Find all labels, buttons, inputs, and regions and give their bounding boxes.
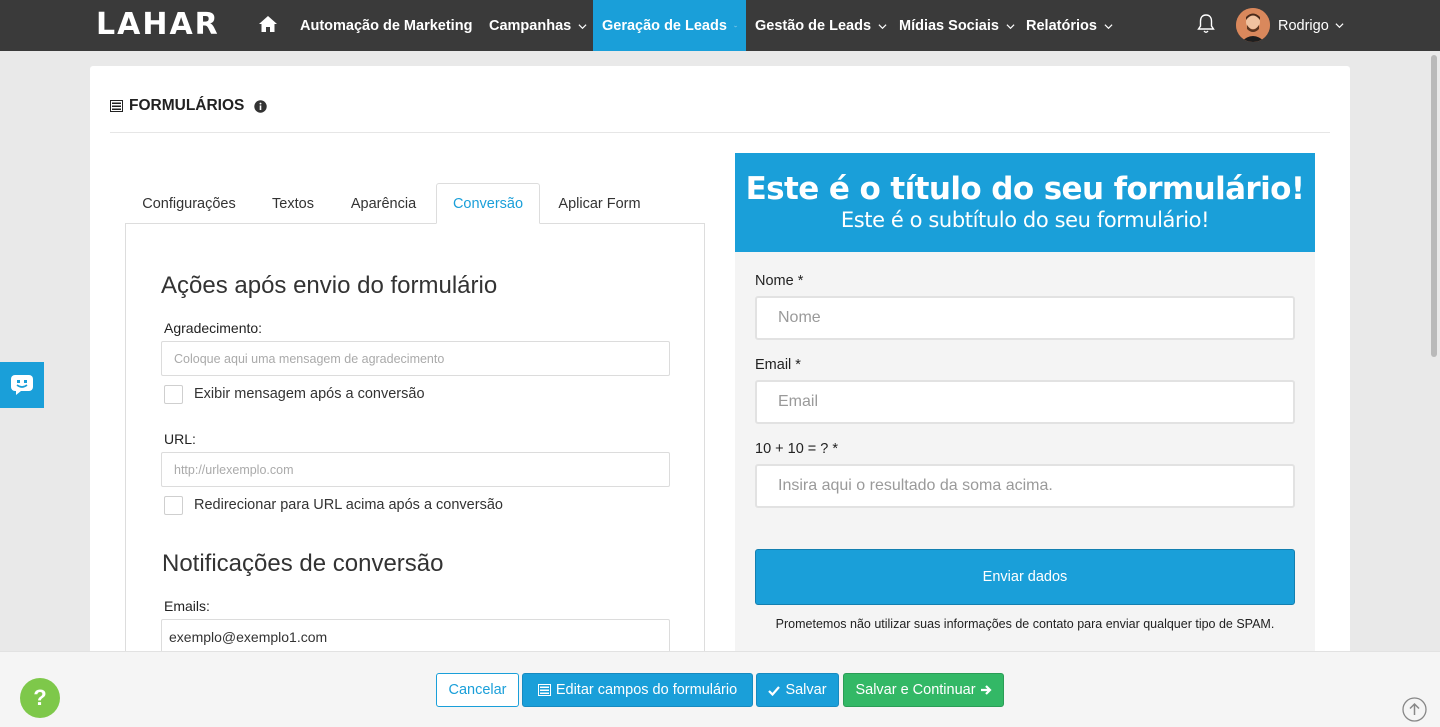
save-button-label: Salvar: [785, 682, 827, 698]
preview-submit-button[interactable]: Enviar dados: [755, 549, 1295, 605]
emails-input[interactable]: [161, 619, 670, 654]
tab-configuracoes[interactable]: Configurações: [125, 183, 253, 224]
help-widget-label: ?: [33, 685, 47, 710]
preview-name-label: Nome *: [755, 273, 804, 289]
action-bar: Cancelar Editar campos do formulário Sal…: [0, 651, 1440, 727]
info-icon[interactable]: [254, 99, 268, 113]
list-icon: [110, 100, 123, 112]
preview-captcha-input[interactable]: [755, 464, 1295, 508]
lahar-logo[interactable]: LAHAR: [96, 7, 220, 42]
user-name[interactable]: Rodrigo: [1278, 0, 1329, 51]
avatar[interactable]: [1236, 8, 1270, 42]
thanks-label: Agradecimento:: [164, 320, 263, 336]
actions-section-title: Ações após envio do formulário: [161, 272, 498, 299]
save-button[interactable]: Salvar: [756, 673, 839, 707]
nav-item-label: Mídias Sociais: [899, 17, 999, 34]
chevron-down-icon: [734, 25, 737, 27]
form-preview: Este é o título do seu formulário! Este …: [735, 153, 1315, 666]
tab-textos[interactable]: Textos: [259, 183, 327, 224]
chat-widget-button[interactable]: [0, 362, 44, 408]
nav-item-label: Relatórios: [1026, 17, 1097, 34]
edit-fields-button-label: Editar campos do formulário: [555, 682, 738, 698]
nav-campanhas[interactable]: Campanhas: [480, 0, 596, 51]
help-widget-button[interactable]: ?: [20, 678, 60, 718]
preview-subtitle: Este é o subtítulo do seu formulário!: [840, 208, 1210, 232]
chat-bot-icon: [11, 375, 33, 395]
page-title-text: FORMULÁRIOS: [129, 97, 245, 114]
emails-label: Emails:: [164, 598, 210, 614]
page-scrollbar[interactable]: [1428, 51, 1440, 651]
cancel-button-label: Cancelar: [448, 682, 507, 698]
top-navbar: LAHAR Automação de Marketing Campanhas G…: [0, 0, 1440, 51]
scroll-top-icon[interactable]: [1402, 697, 1427, 722]
preview-email-input[interactable]: [755, 380, 1295, 424]
page-title: FORMULÁRIOS: [110, 97, 268, 115]
arrow-right-icon: [980, 685, 992, 695]
nav-geracao-de-leads[interactable]: Geração de Leads: [593, 0, 746, 51]
chevron-down-icon: [878, 23, 887, 29]
chevron-down-icon: [1104, 23, 1113, 29]
home-icon[interactable]: [258, 14, 278, 34]
form-tabs: Configurações Textos Aparência Conversão…: [125, 183, 705, 224]
redirect-checkbox[interactable]: [164, 496, 183, 515]
notifications-section-title: Notificações de conversão: [162, 550, 444, 577]
url-label: URL:: [164, 431, 196, 447]
bell-icon[interactable]: [1196, 13, 1216, 35]
edit-fields-button[interactable]: Editar campos do formulário: [522, 673, 753, 707]
redirect-label[interactable]: Redirecionar para URL acima após a conve…: [194, 497, 503, 513]
save-continue-button-label: Salvar e Continuar: [855, 682, 976, 698]
cancel-button[interactable]: Cancelar: [436, 673, 519, 707]
chevron-down-icon[interactable]: [1335, 21, 1344, 30]
url-input[interactable]: [161, 452, 670, 487]
nav-relatorios[interactable]: Relatórios: [1017, 0, 1122, 51]
nav-midias-sociais[interactable]: Mídias Sociais: [890, 0, 1024, 51]
chevron-down-icon: [578, 23, 587, 29]
tab-conversao[interactable]: Conversão: [436, 183, 540, 224]
preview-header: Este é o título do seu formulário! Este …: [735, 153, 1315, 252]
show-message-label[interactable]: Exibir mensagem após a conversão: [194, 386, 425, 402]
nav-item-label: Campanhas: [489, 17, 572, 34]
forms-panel: FORMULÁRIOS Configurações Textos Aparênc…: [90, 66, 1350, 683]
nav-item-label: Geração de Leads: [602, 17, 727, 34]
user-photo-icon: [1236, 8, 1270, 42]
scrollbar-thumb[interactable]: [1431, 55, 1437, 357]
nav-item-label: Automação de Marketing: [300, 17, 473, 34]
preview-privacy-text: Prometemos não utilizar suas informações…: [775, 617, 1275, 631]
tab-aparencia[interactable]: Aparência: [333, 183, 434, 224]
header-divider: [110, 132, 1330, 133]
preview-name-input[interactable]: [755, 296, 1295, 340]
nav-automacao-marketing[interactable]: Automação de Marketing: [291, 0, 481, 51]
preview-title: Este é o título do seu formulário!: [745, 171, 1305, 207]
preview-email-label: Email *: [755, 357, 801, 373]
tab-aplicar-form[interactable]: Aplicar Form: [544, 183, 655, 224]
thanks-message-input[interactable]: [161, 341, 670, 376]
nav-gestao-de-leads[interactable]: Gestão de Leads: [746, 0, 896, 51]
check-icon: [768, 685, 781, 696]
chevron-down-icon: [1006, 23, 1015, 29]
preview-captcha-label: 10 + 10 = ? *: [755, 441, 839, 457]
save-continue-button[interactable]: Salvar e Continuar: [843, 673, 1004, 707]
show-message-checkbox[interactable]: [164, 385, 183, 404]
list-icon: [537, 684, 551, 696]
conversion-tab-pane: Ações após envio do formulário Agradecim…: [125, 223, 705, 683]
nav-item-label: Gestão de Leads: [755, 17, 872, 34]
